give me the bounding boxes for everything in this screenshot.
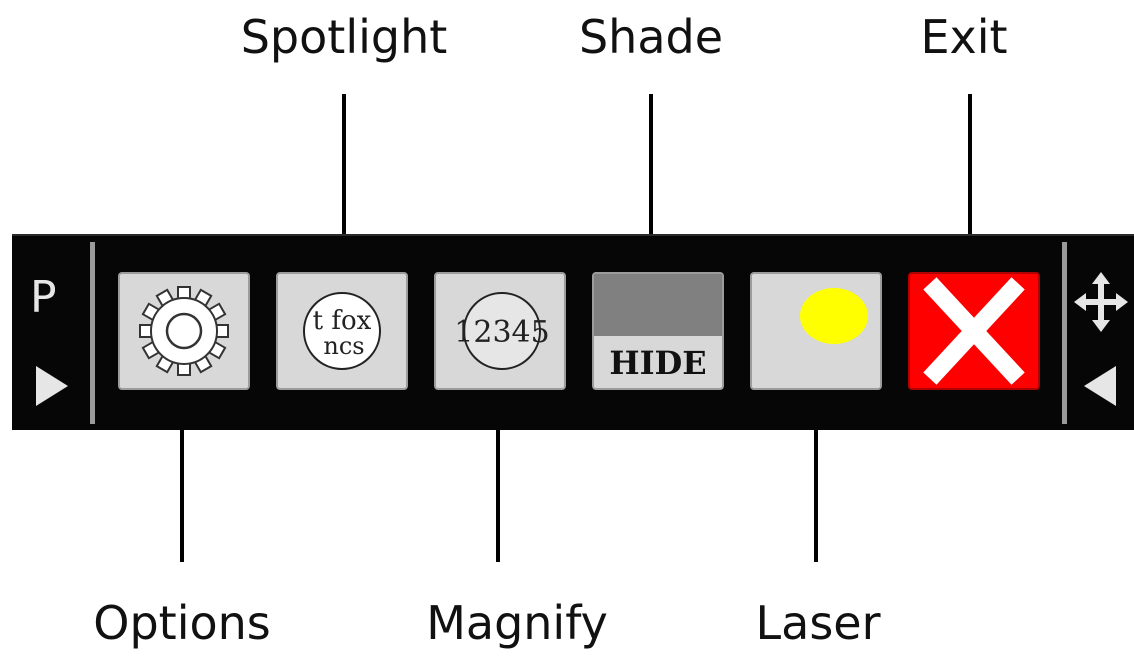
leader-laser <box>814 428 818 562</box>
pin-button[interactable]: P <box>30 272 57 323</box>
toolbar: P t fox ncs 12345 HIDE <box>12 234 1134 430</box>
label-spotlight: Spotlight <box>240 10 448 64</box>
magnify-button[interactable]: 12345 <box>434 272 566 390</box>
leader-magnify <box>496 428 500 562</box>
label-laser: Laser <box>755 596 881 650</box>
label-exit: Exit <box>920 10 1008 64</box>
expand-right-icon[interactable] <box>34 364 70 408</box>
close-icon <box>923 277 1025 385</box>
label-options: Options <box>93 596 271 650</box>
shade-text: HIDE <box>609 344 706 382</box>
options-button[interactable] <box>118 272 250 390</box>
exit-button[interactable] <box>908 272 1040 390</box>
spotlight-text-bottom: ncs <box>323 332 364 360</box>
right-divider <box>1062 242 1067 424</box>
magnify-text: 12345 <box>454 315 549 350</box>
spotlight-icon: t fox ncs <box>303 292 381 370</box>
leader-options <box>180 428 184 562</box>
spotlight-button[interactable]: t fox ncs <box>276 272 408 390</box>
shade-button[interactable]: HIDE <box>592 272 724 390</box>
shade-bar <box>594 274 722 336</box>
move-icon[interactable] <box>1074 272 1128 332</box>
leader-spotlight <box>342 94 346 240</box>
laser-button[interactable] <box>750 272 882 390</box>
shade-icon: HIDE <box>594 274 722 382</box>
magnify-icon: 12345 <box>454 292 550 370</box>
gear-icon <box>139 286 229 376</box>
leader-shade <box>649 94 653 240</box>
label-shade: Shade <box>578 10 724 64</box>
collapse-left-icon[interactable] <box>1082 364 1118 408</box>
laser-dot-icon <box>800 288 868 344</box>
left-divider <box>90 242 95 424</box>
label-magnify: Magnify <box>426 596 608 650</box>
